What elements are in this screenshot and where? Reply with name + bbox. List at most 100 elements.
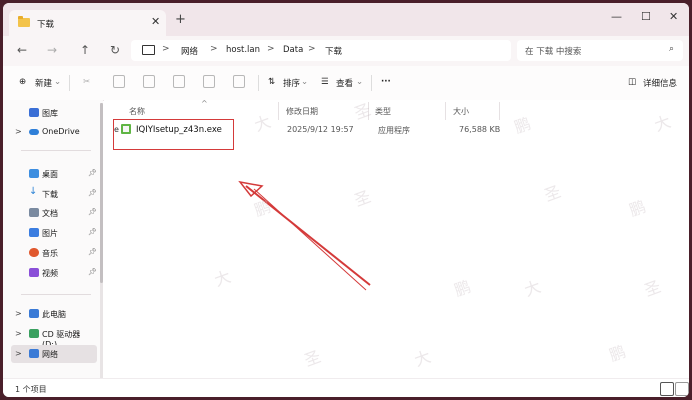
breadcrumb-network[interactable]: 网络 bbox=[181, 45, 198, 57]
sidebar-item-network[interactable]: > 网络 bbox=[11, 345, 97, 363]
sidebar-item-pictures[interactable]: 图片 📌︎ bbox=[11, 224, 97, 242]
title-bar: 下载 ✕ + — ☐ ✕ bbox=[3, 3, 689, 36]
pin-icon[interactable]: 📌︎ bbox=[88, 189, 97, 197]
share-icon[interactable] bbox=[203, 75, 215, 88]
cloud-icon bbox=[29, 129, 39, 135]
breadcrumb-downloads[interactable]: 下载 bbox=[325, 45, 342, 57]
status-bar: 1 个项目 bbox=[3, 378, 689, 397]
paste-icon[interactable] bbox=[143, 75, 155, 88]
download-icon: ↓ bbox=[29, 186, 38, 197]
scrollbar-thumb[interactable] bbox=[100, 103, 103, 283]
sidebar-divider bbox=[21, 150, 91, 151]
pictures-icon bbox=[29, 228, 39, 237]
delete-icon[interactable] bbox=[233, 75, 245, 88]
breadcrumb-data[interactable]: Data bbox=[283, 45, 303, 55]
tab-title: 下载 bbox=[37, 20, 55, 30]
sidebar-item-label: 此电脑 bbox=[42, 310, 66, 319]
file-list: 名称 ^ 修改日期 类型 大小 e IQIYIsetup_z43n.exe 20… bbox=[104, 99, 689, 378]
desktop-icon bbox=[29, 169, 39, 178]
refresh-button[interactable]: ↻ bbox=[110, 43, 120, 57]
tiles-view-icon[interactable] bbox=[675, 382, 689, 396]
pin-icon[interactable]: 📌︎ bbox=[88, 248, 97, 256]
sidebar-item-label: 文档 bbox=[42, 209, 58, 218]
document-icon bbox=[29, 208, 39, 217]
pin-icon[interactable]: 📌︎ bbox=[88, 208, 97, 216]
sort-icon: ⇅ bbox=[268, 77, 276, 87]
view-button[interactable]: 查看 bbox=[336, 77, 353, 89]
network-icon bbox=[29, 349, 39, 358]
breadcrumb-separator: > bbox=[267, 44, 275, 54]
tab-downloads[interactable]: 下载 ✕ bbox=[9, 10, 166, 36]
sidebar-item-downloads[interactable]: ↓ 下载 📌︎ bbox=[11, 185, 97, 203]
pin-icon[interactable]: 📌︎ bbox=[88, 169, 97, 177]
back-button[interactable]: ← bbox=[17, 43, 27, 57]
sidebar-item-this-pc[interactable]: > 此电脑 bbox=[11, 305, 97, 323]
sidebar-item-cd-drive[interactable]: > CD 驱动器 (D:) bbox=[11, 325, 97, 349]
chevron-down-icon: ⌄ bbox=[54, 77, 62, 87]
up-button[interactable]: ↑ bbox=[80, 43, 90, 57]
sidebar-item-label: 图库 bbox=[42, 109, 58, 118]
new-plus-icon: ⊕ bbox=[19, 77, 27, 87]
view-icon: ☰ bbox=[321, 77, 329, 87]
computer-icon bbox=[142, 45, 155, 55]
sidebar-divider bbox=[21, 294, 91, 295]
sidebar-item-onedrive[interactable]: > OneDrive bbox=[11, 123, 97, 141]
cd-drive-icon bbox=[29, 329, 39, 338]
sidebar-item-label: 音乐 bbox=[42, 249, 58, 258]
details-view-icon[interactable] bbox=[660, 382, 674, 396]
breadcrumb-separator: > bbox=[308, 44, 316, 54]
chevron-right-icon[interactable]: > bbox=[15, 349, 22, 358]
sidebar-item-desktop[interactable]: 桌面 📌︎ bbox=[11, 165, 97, 183]
annotation-arrow bbox=[238, 180, 371, 291]
copy-icon[interactable] bbox=[113, 75, 125, 88]
rename-icon[interactable] bbox=[173, 75, 185, 88]
sidebar-item-gallery[interactable]: 图库 bbox=[11, 104, 97, 122]
tab-close-icon[interactable]: ✕ bbox=[151, 15, 160, 28]
breadcrumb-separator: > bbox=[210, 44, 218, 54]
toolbar-divider bbox=[371, 75, 372, 91]
search-input[interactable]: 在 下载 中搜索 bbox=[525, 45, 581, 57]
folder-icon bbox=[18, 16, 30, 27]
sidebar-item-label: 桌面 bbox=[42, 170, 58, 179]
sidebar-item-label: OneDrive bbox=[42, 127, 80, 136]
pin-icon[interactable]: 📌︎ bbox=[88, 268, 97, 276]
video-icon bbox=[29, 268, 39, 277]
computer-icon bbox=[29, 309, 39, 318]
file-explorer-window: 下载 ✕ + — ☐ ✕ ← → ↑ ↻ > 网络 > host.lan > D… bbox=[3, 3, 689, 397]
search-box[interactable]: 在 下载 中搜索 ⌕ bbox=[517, 40, 683, 61]
close-window-button[interactable]: ✕ bbox=[669, 10, 678, 23]
chevron-down-icon: ⌄ bbox=[356, 77, 364, 87]
chevron-down-icon: ⌄ bbox=[301, 77, 309, 87]
sidebar-item-videos[interactable]: 视频 📌︎ bbox=[11, 264, 97, 282]
navigation-bar: ← → ↑ ↻ > 网络 > host.lan > Data > 下载 在 下载… bbox=[3, 36, 689, 67]
command-bar: ⊕ 新建 ⌄ ✂ ⇅ 排序 ⌄ ☰ 查看 ⌄ ··· ◫ 详细信息 bbox=[3, 66, 689, 101]
minimize-button[interactable]: — bbox=[611, 10, 622, 23]
sidebar-item-label: 下载 bbox=[42, 190, 58, 199]
new-button[interactable]: 新建 bbox=[35, 77, 52, 89]
gallery-icon bbox=[29, 108, 39, 117]
details-pane-icon: ◫ bbox=[628, 77, 637, 87]
sidebar-scrollbar[interactable] bbox=[100, 103, 103, 383]
sidebar-item-music[interactable]: 音乐 📌︎ bbox=[11, 244, 97, 262]
sidebar-item-label: 视频 bbox=[42, 269, 58, 278]
breadcrumb-host[interactable]: host.lan bbox=[226, 45, 260, 55]
address-bar[interactable]: > 网络 > host.lan > Data > 下载 bbox=[131, 40, 511, 61]
chevron-right-icon[interactable]: > bbox=[15, 309, 22, 318]
toolbar-divider bbox=[69, 75, 70, 91]
pin-icon[interactable]: 📌︎ bbox=[88, 228, 97, 236]
search-icon: ⌕ bbox=[668, 44, 674, 54]
details-button[interactable]: 详细信息 bbox=[643, 77, 677, 89]
sidebar-item-label: 网络 bbox=[42, 350, 58, 359]
chevron-right-icon[interactable]: > bbox=[15, 329, 22, 338]
maximize-button[interactable]: ☐ bbox=[641, 10, 651, 23]
item-count: 1 个项目 bbox=[15, 385, 47, 394]
sort-button[interactable]: 排序 bbox=[283, 77, 300, 89]
more-button[interactable]: ··· bbox=[381, 77, 391, 87]
toolbar-divider bbox=[258, 75, 259, 91]
cut-icon[interactable]: ✂ bbox=[83, 77, 90, 87]
sidebar-item-documents[interactable]: 文档 📌︎ bbox=[11, 204, 97, 222]
music-icon bbox=[29, 248, 39, 257]
forward-button[interactable]: → bbox=[47, 43, 57, 57]
chevron-right-icon[interactable]: > bbox=[15, 127, 22, 136]
new-tab-button[interactable]: + bbox=[175, 12, 186, 27]
